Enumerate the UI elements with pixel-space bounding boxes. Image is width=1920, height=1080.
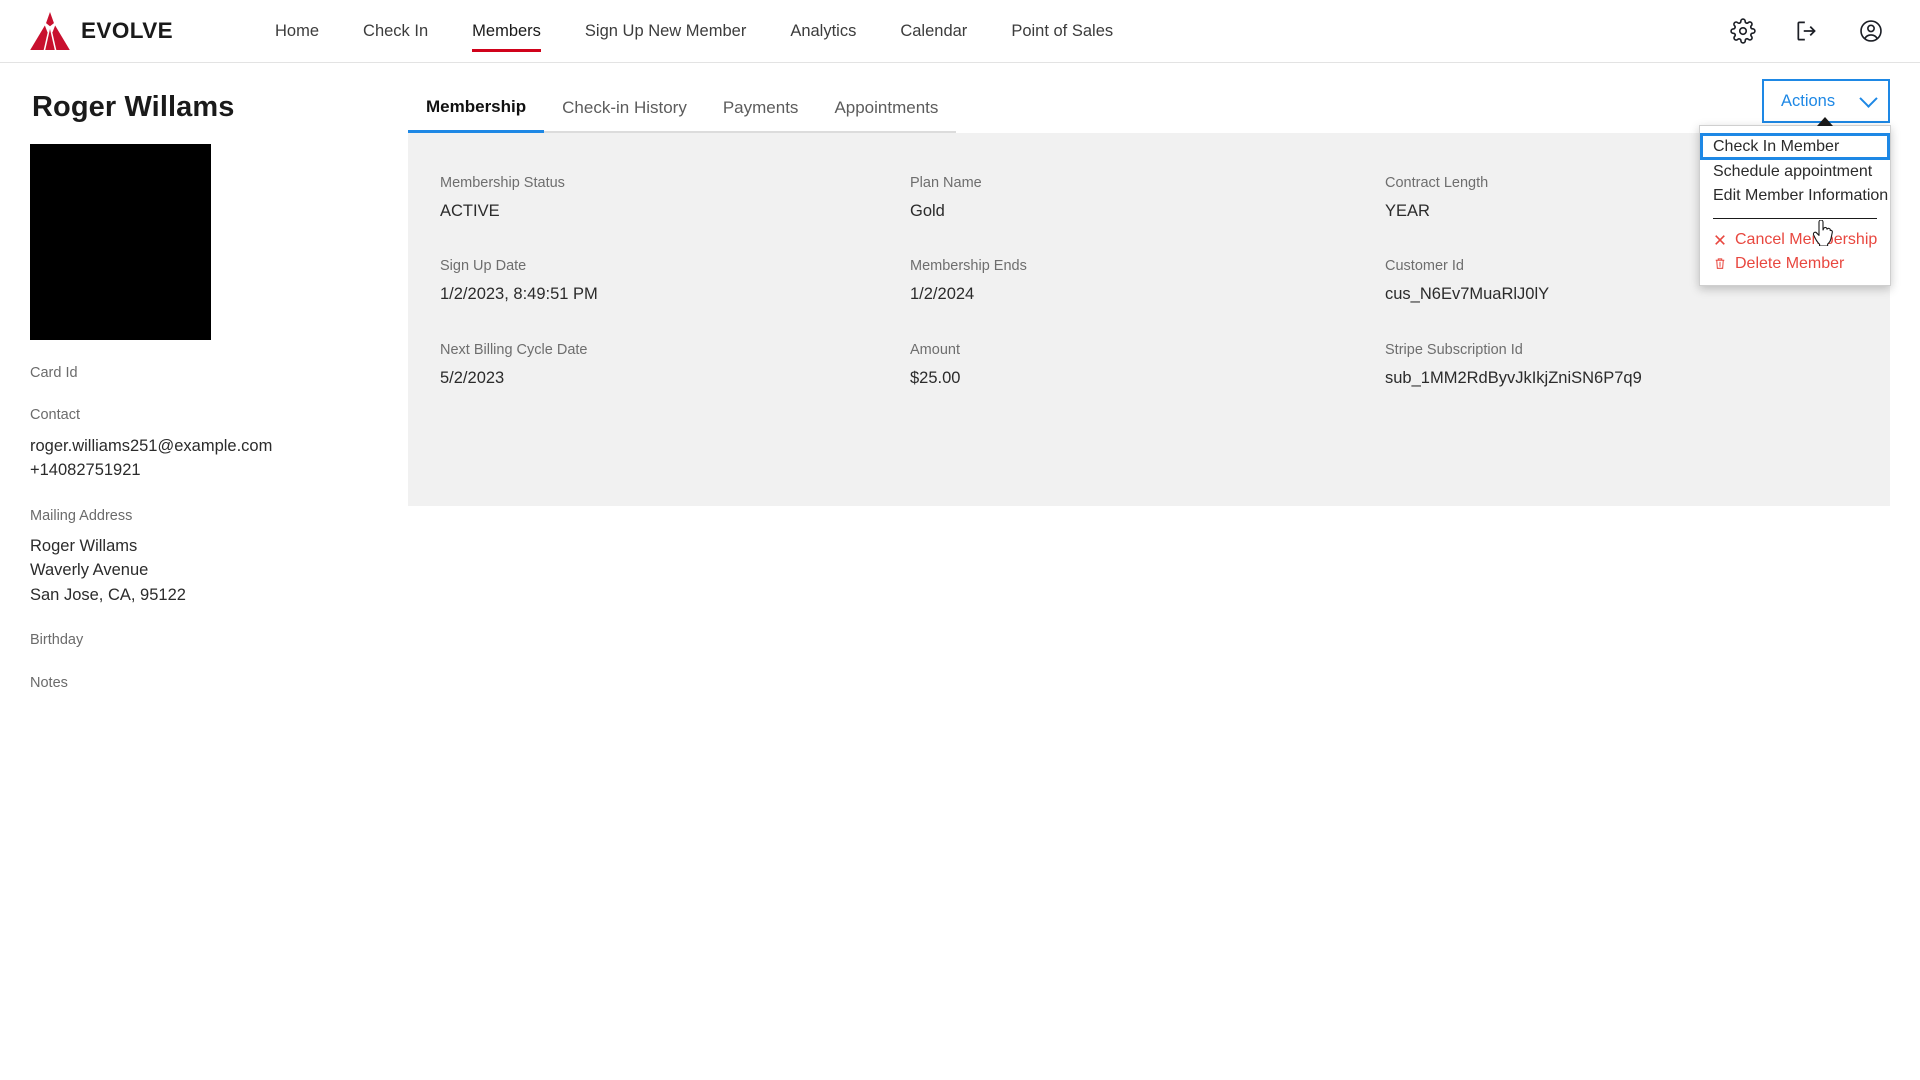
detail-label-sign-up-date: Sign Up Date bbox=[440, 258, 527, 275]
trash-icon bbox=[1713, 257, 1727, 271]
nav-link-calendar[interactable]: Calendar bbox=[878, 16, 989, 47]
top-navigation-bar: EVOLVE Home Check In Members Sign Up New… bbox=[0, 0, 1920, 63]
detail-value-amount: $25.00 bbox=[910, 368, 961, 387]
sidebar-value-address-city: San Jose, CA, 95122 bbox=[30, 585, 186, 604]
actions-button-label: Actions bbox=[1781, 91, 1836, 110]
membership-details-panel: Membership Status ACTIVE Plan Name Gold … bbox=[408, 133, 1890, 506]
tab-check-in-history[interactable]: Check-in History bbox=[544, 98, 705, 133]
tab-membership[interactable]: Membership bbox=[408, 97, 545, 133]
sidebar-field-birthday: Birthday bbox=[30, 632, 360, 649]
sidebar-value-phone: +14082751921 bbox=[30, 461, 141, 480]
menu-item-schedule-appointment[interactable]: Schedule appointment bbox=[1700, 160, 1890, 184]
detail-value-membership-ends: 1/2/2024 bbox=[910, 285, 975, 304]
tab-bar: Membership Check-in History Payments App… bbox=[408, 79, 1891, 286]
nav-link-check-in[interactable]: Check In bbox=[341, 16, 450, 47]
sidebar-field-mailing-address: Mailing Address Roger Willams Waverly Av… bbox=[30, 508, 360, 608]
detail-membership-status: Membership Status ACTIVE bbox=[440, 175, 910, 221]
sidebar-value-address-name: Roger Willams bbox=[30, 536, 138, 555]
detail-value-plan-name: Gold bbox=[910, 201, 945, 220]
detail-value-customer-id: cus_N6Ev7MuaRlJ0lY bbox=[1385, 285, 1550, 304]
nav-link-home[interactable]: Home bbox=[253, 16, 341, 47]
menu-item-delete-member[interactable]: Delete Member bbox=[1700, 252, 1890, 276]
detail-label-membership-ends: Membership Ends bbox=[910, 258, 1027, 275]
detail-label-stripe-subscription-id: Stripe Subscription Id bbox=[1385, 341, 1523, 358]
tab-payments[interactable]: Payments bbox=[704, 98, 817, 133]
sidebar-label-notes: Notes bbox=[30, 674, 68, 691]
membership-details-grid: Membership Status ACTIVE Plan Name Gold … bbox=[440, 175, 1890, 388]
page-title: Roger Willams bbox=[32, 91, 235, 123]
detail-label-plan-name: Plan Name bbox=[910, 175, 982, 191]
page-body: Roger Willams Card Id Contact roger.will… bbox=[0, 63, 1920, 1080]
nav-link-analytics[interactable]: Analytics bbox=[768, 16, 878, 47]
sidebar-field-notes: Notes bbox=[30, 675, 360, 692]
detail-sign-up-date: Sign Up Date 1/2/2023, 8:49:51 PM bbox=[440, 258, 910, 304]
detail-value-membership-status: ACTIVE bbox=[440, 201, 500, 220]
detail-value-sign-up-date: 1/2/2023, 8:49:51 PM bbox=[440, 285, 598, 304]
nav-icon-group bbox=[1730, 18, 1884, 44]
nav-link-members[interactable]: Members bbox=[450, 16, 563, 52]
nav-link-sign-up-new-member[interactable]: Sign Up New Member bbox=[563, 16, 768, 47]
actions-menu: Check In Member Schedule appointment Edi… bbox=[1699, 125, 1891, 286]
menu-item-edit-member-information[interactable]: Edit Member Information bbox=[1700, 184, 1890, 208]
sidebar-value-address-street: Waverly Avenue bbox=[30, 561, 149, 580]
sidebar-field-contact: Contact roger.williams251@example.com +1… bbox=[30, 407, 360, 482]
gear-icon[interactable] bbox=[1730, 18, 1756, 44]
detail-value-next-billing-cycle-date: 5/2/2023 bbox=[440, 368, 505, 387]
menu-divider bbox=[1713, 218, 1877, 219]
tab-appointments[interactable]: Appointments bbox=[816, 98, 957, 133]
menu-item-cancel-membership[interactable]: Cancel Membership bbox=[1700, 228, 1890, 252]
menu-item-check-in-member[interactable]: Check In Member bbox=[1700, 133, 1890, 160]
detail-amount: Amount $25.00 bbox=[910, 342, 1385, 388]
sidebar-label-birthday: Birthday bbox=[30, 632, 84, 649]
detail-plan-name: Plan Name Gold bbox=[910, 175, 1385, 221]
detail-value-stripe-subscription-id: sub_1MM2RdByvJkIkjZniSN6P7q9 bbox=[1385, 368, 1642, 387]
main-nav-links: Home Check In Members Sign Up New Member… bbox=[253, 16, 1135, 52]
actions-dropdown: Actions Check In Member Schedule appoint… bbox=[1699, 79, 1891, 286]
sidebar-label-mailing-address: Mailing Address bbox=[30, 507, 133, 524]
sidebar-field-card-id: Card Id bbox=[30, 365, 360, 382]
sidebar-label-card-id: Card Id bbox=[30, 365, 78, 381]
menu-item-delete-member-label: Delete Member bbox=[1735, 255, 1845, 272]
account-circle-icon[interactable] bbox=[1858, 18, 1884, 44]
detail-stripe-subscription-id: Stripe Subscription Id sub_1MM2RdByvJkIk… bbox=[1385, 342, 1890, 388]
detail-label-amount: Amount bbox=[910, 341, 960, 358]
chevron-down-icon bbox=[1859, 88, 1878, 108]
detail-next-billing-cycle-date: Next Billing Cycle Date 5/2/2023 bbox=[440, 342, 910, 388]
member-content-area: Membership Check-in History Payments App… bbox=[408, 79, 1891, 506]
menu-item-cancel-membership-label: Cancel Membership bbox=[1735, 231, 1878, 248]
brand-name: EVOLVE bbox=[81, 18, 174, 43]
nav-link-point-of-sales[interactable]: Point of Sales bbox=[989, 16, 1135, 47]
menu-caret-icon bbox=[1817, 117, 1833, 126]
sidebar-label-contact: Contact bbox=[30, 407, 80, 424]
logout-icon[interactable] bbox=[1794, 18, 1820, 44]
close-x-icon bbox=[1713, 233, 1727, 247]
member-sidebar: Roger Willams Card Id Contact roger.will… bbox=[30, 91, 360, 701]
sidebar-value-email: roger.williams251@example.com bbox=[30, 436, 273, 455]
brand-logo-group[interactable]: EVOLVE bbox=[30, 12, 173, 50]
evolve-triangle-logo-icon bbox=[30, 12, 70, 50]
detail-label-next-billing-cycle-date: Next Billing Cycle Date bbox=[440, 341, 588, 358]
member-photo bbox=[30, 144, 211, 340]
detail-label-membership-status: Membership Status bbox=[440, 175, 565, 191]
detail-membership-ends: Membership Ends 1/2/2024 bbox=[910, 258, 1385, 304]
